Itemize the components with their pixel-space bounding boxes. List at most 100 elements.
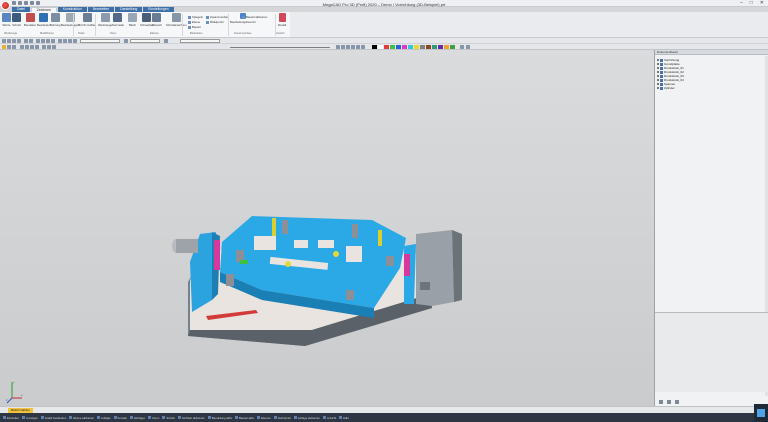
status-item[interactable]: Bauteil aktiv [235,416,254,420]
color-swatch-black[interactable] [372,45,377,49]
view-top-icon[interactable] [25,45,29,49]
ortho-icon[interactable] [51,39,55,43]
view-iso-icon[interactable] [35,45,39,49]
color-swatch-gray[interactable] [420,45,425,49]
status-item[interactable]: Auflage [97,416,111,420]
redraw-icon[interactable] [361,45,365,49]
status-item[interactable]: Zoom [148,416,159,420]
status-item[interactable]: Anzeigen [22,416,38,420]
expand-icon[interactable] [657,59,659,61]
nc-aufbau-button[interactable]: 3D-NC Aufbau [78,13,96,27]
zusammenbau-button[interactable]: Zusammenbau [206,15,229,19]
fixture-model[interactable] [0,50,654,406]
save-icon[interactable] [12,39,16,43]
home-icon[interactable] [7,45,11,49]
bauteil-aktivieren-button[interactable]: Bauteil aktivieren [242,15,267,19]
schnittansichten-button[interactable]: Schnittansichten [166,13,187,27]
status-item[interactable]: Fenster [113,416,127,420]
warning-icon[interactable] [2,45,6,49]
color-swatch-cyan[interactable] [408,45,413,49]
zoom-in-icon[interactable] [336,45,340,49]
schnitt-button[interactable]: Schnitt [12,13,21,27]
close-button[interactable]: ✕ [760,1,764,6]
view-side-icon[interactable] [30,45,34,49]
pan-icon[interactable] [12,45,16,49]
snap-icon[interactable] [46,39,50,43]
status-item[interactable]: Einfügen [130,416,145,420]
color-swatch-white[interactable] [378,45,383,49]
command-line[interactable]: Befehl wählen [0,406,768,413]
bohrung-button[interactable]: Bohrung [50,13,61,27]
expand-icon[interactable] [657,83,659,85]
modell-button[interactable]: Modell [278,13,286,27]
color-swatch-brown[interactable] [426,45,431,49]
spiegeln-button[interactable]: Spiegeln [188,15,203,19]
hidden-icon[interactable] [52,45,56,49]
windows-logo-icon[interactable] [754,404,768,422]
bearbeitungen-button[interactable]: Bearbeitungen [61,13,79,27]
flansch-button[interactable]: Flansch [152,13,162,27]
bemassen-button[interactable]: Bemaßen [24,13,36,27]
blech-button[interactable]: Blech [128,13,137,27]
settings-icon[interactable] [659,400,663,404]
ebene-button[interactable]: Ebene [188,20,200,24]
color-swatch-teal[interactable] [432,45,437,49]
print-icon[interactable] [17,39,21,43]
expand-icon[interactable] [657,79,659,81]
zoom-prev-icon[interactable] [356,45,360,49]
status-item[interactable]: Ebene aktivieren [69,416,94,420]
expand-icon[interactable] [657,75,659,77]
color-swatch-purple[interactable] [438,45,443,49]
status-item[interactable]: Auflage aktivieren [293,416,320,420]
mittelpunkt-button[interactable]: Mittelpunkt [206,20,224,24]
status-item[interactable]: Drehpunkt [273,416,291,420]
zoom-window-icon[interactable] [351,45,355,49]
expand-icon[interactable] [657,63,659,65]
status-item[interactable]: Sichtbar aktivieren [177,416,205,420]
expand-icon[interactable] [657,71,659,73]
line-style-icon[interactable] [466,45,470,49]
view-select[interactable] [180,39,220,43]
expand-icon[interactable] [657,87,659,89]
bauteil-button[interactable]: Bauteil [188,25,201,29]
color-swatch-orange[interactable] [444,45,449,49]
zoom-slider[interactable] [230,47,330,48]
grid-icon[interactable] [41,39,45,43]
color-swatch-red[interactable] [384,45,389,49]
status-item[interactable]: Ansicht [323,416,336,420]
color-swatch-green[interactable] [390,45,395,49]
render-icon[interactable] [42,45,46,49]
layer-icon[interactable] [36,39,40,43]
color-swatch-darkgreen[interactable] [450,45,455,49]
minimize-button[interactable]: – [740,1,743,6]
status-item[interactable]: Hilfe [339,416,349,420]
tree-item[interactable]: Zylinder [657,86,684,90]
refresh-icon[interactable] [675,400,679,404]
color-icon[interactable] [164,39,168,43]
rect-icon[interactable] [73,39,77,43]
app-logo-icon[interactable] [1,1,10,10]
arc-icon[interactable] [68,39,72,43]
line-icon[interactable] [58,39,62,43]
zoom-all-icon[interactable] [346,45,350,49]
color-swatch-yellow[interactable] [414,45,419,49]
werkzeuge-button[interactable]: Werkzeuge [98,13,112,27]
redo-icon[interactable] [29,39,33,43]
color-swatch-blue[interactable] [396,45,401,49]
layer-select[interactable] [80,39,120,43]
normteile-button[interactable]: Normteile [112,13,124,27]
3d-viewport[interactable] [0,50,654,406]
status-item[interactable]: Einstellen [3,416,19,420]
status-item[interactable]: Ebenen [257,416,271,420]
filter-icon[interactable] [667,400,671,404]
pen-width-icon[interactable] [460,45,464,49]
circle-icon[interactable] [63,39,67,43]
status-item[interactable]: Schnitt [162,416,175,420]
view-front-icon[interactable] [20,45,24,49]
status-item[interactable]: Grafik bearbeiten [40,416,66,420]
zoom-out-icon[interactable] [341,45,345,49]
bearbeiten-button[interactable]: Bearbeiten [37,13,51,27]
undo-icon[interactable] [24,39,28,43]
open-icon[interactable] [7,39,11,43]
expand-icon[interactable] [657,67,659,69]
